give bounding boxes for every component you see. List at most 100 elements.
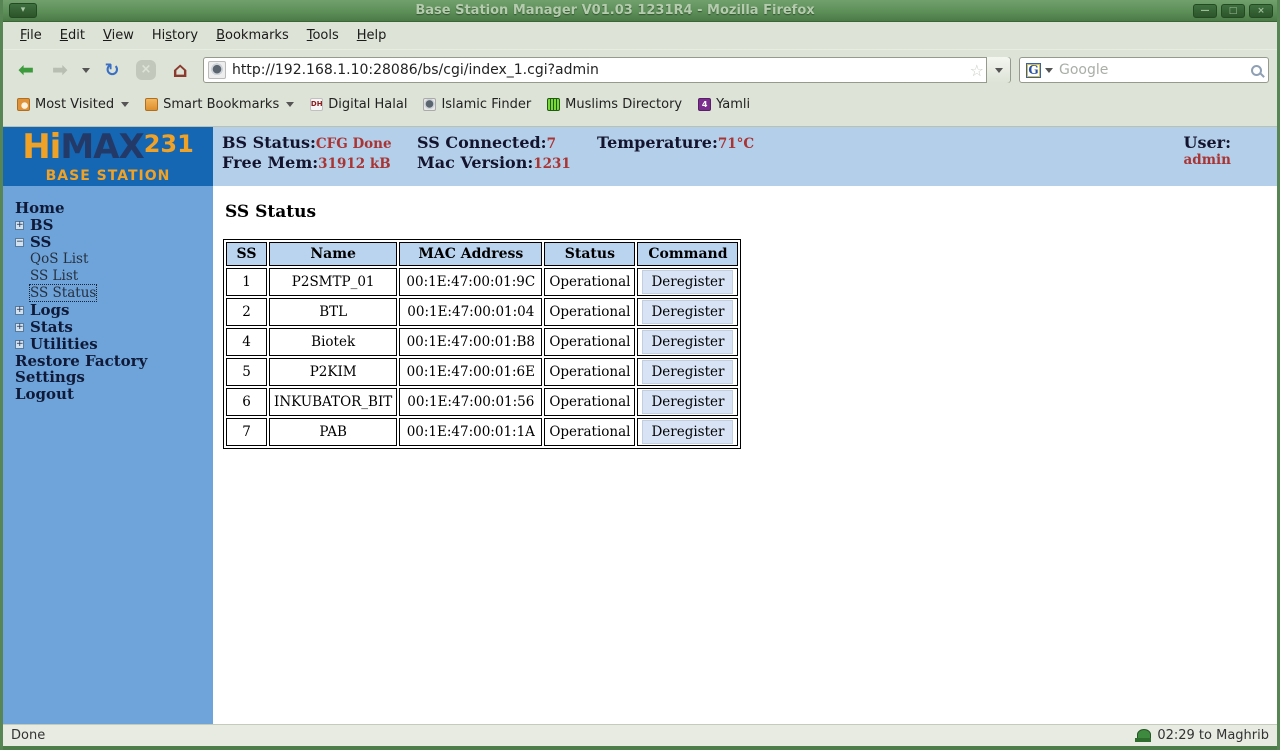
back-icon[interactable]: ⬅ <box>11 56 41 84</box>
menu-bookmarks[interactable]: Bookmarks <box>207 24 298 47</box>
home-icon[interactable]: ⌂ <box>165 56 195 84</box>
column-header-name: Name <box>269 242 397 266</box>
bookmark-smart-bookmarks[interactable]: Smart Bookmarks <box>139 94 300 115</box>
sidebar-item-utilities[interactable]: +Utilities <box>15 336 213 352</box>
page-header: HiMAX231 BASE STATION BS Status:CFG Done… <box>3 127 1277 186</box>
field-label: Free Mem: <box>222 153 318 172</box>
command-cell: Deregister <box>637 268 738 296</box>
menu-file[interactable]: File <box>11 24 51 47</box>
page-title: SS Status <box>225 202 1277 222</box>
minimize-button[interactable]: — <box>1193 4 1217 18</box>
ss-cell: 1 <box>226 268 267 296</box>
field-value: CFG Done <box>316 136 392 152</box>
sidebar-item-label: SS Status <box>30 285 96 301</box>
mac-cell: 00:1E:47:00:01:1A <box>399 418 542 446</box>
sidebar-item-label: QoS List <box>30 251 88 267</box>
search-icon[interactable] <box>1251 65 1262 76</box>
url-bar[interactable]: ☆ <box>203 57 1011 83</box>
folder-icon <box>145 98 158 111</box>
sidebar-item-ss-list[interactable]: SS List <box>15 268 213 284</box>
sidebar-item-logs[interactable]: + Logs <box>15 302 213 318</box>
bookmark-label: Most Visited <box>35 97 114 112</box>
sidebar-item-qos-list[interactable]: QoS List <box>15 251 213 267</box>
sidebar-item-ss[interactable]: −SS <box>15 234 213 250</box>
status-cell: Operational <box>544 328 635 356</box>
field-value: 1231 <box>533 156 571 172</box>
yamli-icon: 4 <box>698 98 711 111</box>
bookmark-digital-halal[interactable]: DHDigital Halal <box>304 94 413 115</box>
logo-231: 231 <box>144 130 194 158</box>
deregister-button[interactable]: Deregister <box>642 270 733 294</box>
sidebar-item-stats[interactable]: +Stats <box>15 319 213 335</box>
deregister-button[interactable]: Deregister <box>642 330 733 354</box>
history-dropdown-icon[interactable] <box>79 56 93 84</box>
table-row: 4Biotek00:1E:47:00:01:B8OperationalDereg… <box>226 328 738 356</box>
ss-status-table: SSNameMAC AddressStatusCommand 1P2SMTP_0… <box>223 239 741 449</box>
mac-cell: 00:1E:47:00:01:B8 <box>399 328 542 356</box>
title-bar[interactable]: ▾ Base Station Manager V01.03 1231R4 - M… <box>3 0 1277 22</box>
prayer-countdown: 02:29 to Maghrib <box>1157 728 1269 743</box>
url-input[interactable] <box>232 62 968 78</box>
bookmark-label: Smart Bookmarks <box>163 97 279 112</box>
close-button[interactable]: × <box>1249 4 1273 18</box>
window-menu-icon[interactable]: ▾ <box>9 3 37 18</box>
reload-icon[interactable]: ↻ <box>97 56 127 84</box>
search-bar[interactable]: G <box>1019 57 1269 83</box>
sidebar-item-restore-factory-settings[interactable]: Restore Factory Settings <box>15 353 213 385</box>
bookmark-yamli[interactable]: 4Yamli <box>692 94 756 115</box>
sidebar-item-logout[interactable]: Logout <box>15 386 213 402</box>
field-label: Temperature: <box>597 133 718 152</box>
menu-tools[interactable]: Tools <box>298 24 348 47</box>
name-cell: PAB <box>269 418 397 446</box>
command-cell: Deregister <box>637 388 738 416</box>
forward-icon[interactable]: ➡ <box>45 56 75 84</box>
sidebar-item-home[interactable]: Home <box>15 200 213 216</box>
collapse-minus-icon[interactable]: − <box>15 238 24 247</box>
expand-plus-icon[interactable]: + <box>15 323 24 332</box>
sidebar-item-label: SS <box>30 234 51 250</box>
sidebar-item-ss-status[interactable]: SS Status <box>15 285 213 301</box>
column-header-ss: SS <box>226 242 267 266</box>
url-dropdown-icon[interactable] <box>986 57 1010 83</box>
menu-view[interactable]: View <box>94 24 143 47</box>
main-content: SS Status SSNameMAC AddressStatusCommand… <box>213 186 1277 724</box>
status-bar: Done 02:29 to Maghrib <box>3 724 1277 746</box>
expand-plus-icon[interactable]: + <box>15 306 24 315</box>
logo-subtitle: BASE STATION <box>46 168 171 184</box>
engine-dropdown-icon[interactable] <box>1045 68 1053 73</box>
name-cell: P2KIM <box>269 358 397 386</box>
deregister-button[interactable]: Deregister <box>642 300 733 324</box>
deregister-button[interactable]: Deregister <box>642 390 733 414</box>
google-engine-icon[interactable]: G <box>1026 63 1041 78</box>
status-cell: Operational <box>544 418 635 446</box>
header-field-bs-status-: BS Status:CFG Done <box>222 133 417 152</box>
sidebar-item-label: Logout <box>15 386 74 402</box>
mac-cell: 00:1E:47:00:01:9C <box>399 268 542 296</box>
bookmarks-toolbar: Most Visited Smart Bookmarks DHDigital Hal… <box>3 90 1277 118</box>
search-input[interactable] <box>1059 62 1251 78</box>
menu-help[interactable]: Help <box>348 24 396 47</box>
deregister-button[interactable]: Deregister <box>642 420 733 444</box>
ss-cell: 7 <box>226 418 267 446</box>
maximize-button[interactable]: □ <box>1221 4 1245 18</box>
sidebar-item-label: Logs <box>30 302 70 318</box>
bookmark-star-icon[interactable]: ☆ <box>970 61 984 80</box>
bookmark-most-visited[interactable]: Most Visited <box>11 94 135 115</box>
name-cell: BTL <box>269 298 397 326</box>
sidebar-item-label: Home <box>15 200 65 216</box>
status-cell: Operational <box>544 358 635 386</box>
sidebar-item-bs[interactable]: +BS <box>15 217 213 233</box>
browser-viewport: HiMAX231 BASE STATION BS Status:CFG Done… <box>3 127 1277 724</box>
prayer-times-widget[interactable]: 02:29 to Maghrib <box>1135 728 1269 743</box>
bookmark-islamic-finder[interactable]: Islamic Finder <box>417 94 537 115</box>
menu-history[interactable]: History <box>143 24 207 47</box>
menu-bar: FileEditViewHistoryBookmarksToolsHelp <box>3 22 1277 50</box>
expand-plus-icon[interactable]: + <box>15 340 24 349</box>
bookmark-muslims-directory[interactable]: Muslims Directory <box>541 94 688 115</box>
table-row: 7PAB00:1E:47:00:01:1AOperational Deregist… <box>226 418 738 446</box>
menu-edit[interactable]: Edit <box>51 24 94 47</box>
expand-plus-icon[interactable]: + <box>15 221 24 230</box>
deregister-button[interactable]: Deregister <box>642 360 733 384</box>
ss-cell: 5 <box>226 358 267 386</box>
name-cell: P2SMTP_01 <box>269 268 397 296</box>
